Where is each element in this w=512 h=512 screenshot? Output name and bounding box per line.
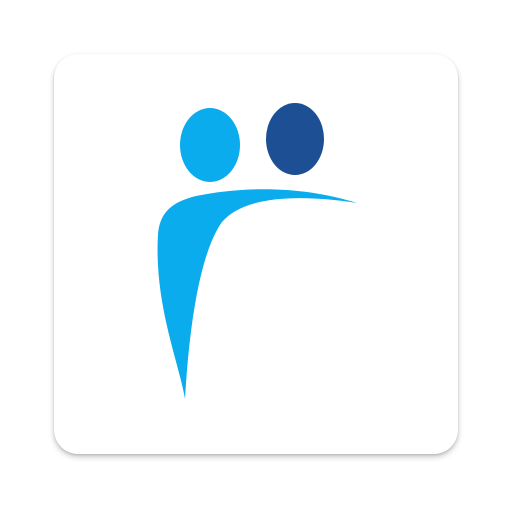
left-person-head — [180, 108, 240, 182]
app-icon[interactable] — [54, 54, 458, 454]
swoosh-body — [157, 189, 357, 399]
people-logo-icon — [157, 103, 357, 399]
launcher-canvas — [0, 0, 512, 512]
right-person-head — [266, 103, 324, 175]
